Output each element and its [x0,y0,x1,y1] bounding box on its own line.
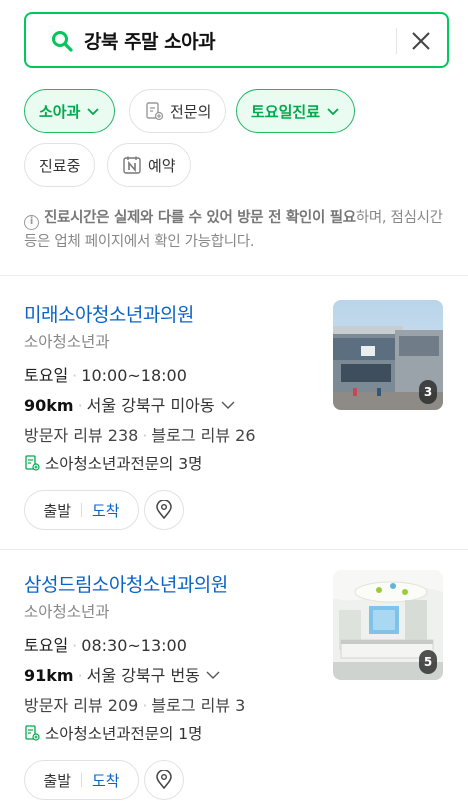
business-hours: 토요일 · 10:00~18:00 [24,366,187,385]
filter-chip-label: 토요일진료 [251,102,321,121]
hours-day: 토요일 [24,366,69,385]
specialist-count: 소아청소년과전문의 1명 [45,725,203,743]
search-input[interactable]: 강북 주말 소아과 [84,27,216,54]
list-item[interactable]: 미래소아청소년과의원 소아청소년과 토요일 · 10:00~18:00 90km · 서… [0,300,468,570]
filter-chip-pediatrics[interactable]: 소아과 [24,89,116,133]
route-arrive-button[interactable]: 도착 [92,500,120,521]
list-item[interactable]: 삼성드림소아청소년과의원 소아청소년과 토요일 · 08:30~13:00 91km… [0,570,468,804]
hours-notice: i 진료시간은 실제와 다를 수 있어 방문 전 확인이 필요하며, 점심시간 등… [24,206,444,254]
route-start-button[interactable]: 출발 [43,770,71,791]
filter-chip-label: 소아과 [39,102,81,121]
search-divider [396,28,397,54]
address: 서울 강북구 번동 [86,666,200,685]
review-counts: 방문자 리뷰 209 · 블로그 리뷰 3 [24,696,246,715]
divider [0,549,468,550]
filter-chip-label: 예약 [148,156,176,175]
place-photo[interactable]: 5 [333,570,443,680]
distance: 90km [24,396,74,415]
distance-address[interactable]: 91km · 서울 강북구 번동 [24,662,221,686]
naver-booking-icon [123,156,141,174]
blog-reviews: 블로그 리뷰 26 [151,426,256,445]
filter-chip-open-now[interactable]: 진료중 [24,143,96,187]
photo-count-badge: 5 [419,650,437,674]
search-icon [52,31,73,52]
place-name[interactable]: 미래소아청소년과의원 [24,300,194,327]
specialist-count: 소아청소년과전문의 3명 [45,455,203,473]
place-name[interactable]: 삼성드림소아청소년과의원 [24,570,228,597]
specialist-info: 소아청소년과전문의 1명 [24,722,202,744]
route-start-button[interactable]: 출발 [43,500,71,521]
hours-time: 10:00~18:00 [81,366,187,385]
search-box[interactable]: 강북 주말 소아과 [24,12,449,68]
filter-chip-booking[interactable]: 예약 [107,143,191,187]
visitor-reviews: 방문자 리뷰 238 [24,426,139,445]
chevron-down-icon [87,108,100,116]
hours-day: 토요일 [24,636,69,655]
blog-reviews: 블로그 리뷰 3 [151,696,246,715]
map-pin-icon [156,770,172,790]
filter-chip-saturday[interactable]: 토요일진료 [236,89,356,133]
review-counts: 방문자 리뷰 238 · 블로그 리뷰 26 [24,426,256,445]
map-pin-button[interactable] [144,760,184,800]
doctor-certificate-icon [25,725,40,741]
filter-chip-label: 전문의 [170,102,212,121]
doctor-certificate-icon [146,102,164,121]
route-divider [81,503,82,517]
place-photo[interactable]: 3 [333,300,443,410]
photo-count-badge: 3 [419,380,437,404]
route-button[interactable]: 출발 도착 [24,490,139,530]
map-pin-button[interactable] [144,490,184,530]
business-hours: 토요일 · 08:30~13:00 [24,636,187,655]
distance: 91km [24,666,74,685]
hours-time: 08:30~13:00 [81,636,187,655]
chevron-down-icon [206,671,220,679]
notice-bold: 진료시간은 실제와 다를 수 있어 방문 전 확인이 필요 [44,210,356,226]
place-category: 소아청소년과 [24,603,110,621]
chevron-down-icon [327,108,339,116]
specialist-info: 소아청소년과전문의 3명 [24,452,202,474]
visitor-reviews: 방문자 리뷰 209 [24,696,139,715]
address: 서울 강북구 미아동 [86,396,215,415]
filter-chip-label: 진료중 [39,156,81,175]
close-icon[interactable] [409,29,433,53]
chevron-down-icon [221,401,235,409]
divider [0,275,468,276]
info-icon: i [24,215,39,230]
distance-address[interactable]: 90km · 서울 강북구 미아동 [24,392,236,416]
route-divider [81,773,82,787]
doctor-certificate-icon [25,455,40,471]
route-arrive-button[interactable]: 도착 [92,770,120,791]
filter-chip-specialist[interactable]: 전문의 [129,89,227,133]
map-pin-icon [156,500,172,520]
route-button[interactable]: 출발 도착 [24,760,139,800]
place-category: 소아청소년과 [24,333,110,351]
